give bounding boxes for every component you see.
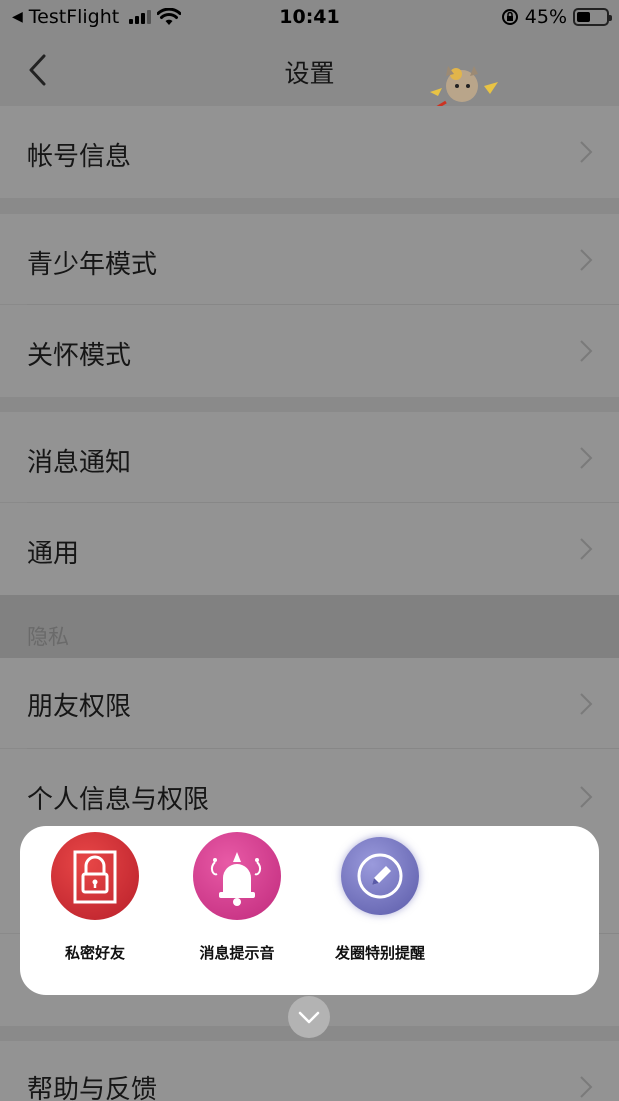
- battery-icon: [573, 8, 612, 26]
- chevron-right-icon: [580, 538, 593, 560]
- chevron-down-icon: [298, 1011, 320, 1024]
- row-label: 通用: [27, 539, 80, 569]
- row-label: 朋友权限: [27, 692, 132, 722]
- moments-alert-badge: [341, 837, 419, 915]
- lock-icon: [73, 850, 117, 904]
- chevron-right-icon: [580, 141, 593, 163]
- settings-row-notifications[interactable]: 消息通知: [0, 412, 619, 502]
- navigation-bar: 设置: [0, 36, 619, 125]
- pencil-icon: [357, 853, 403, 899]
- status-right: 45%: [501, 6, 612, 28]
- bell-icon: [210, 852, 262, 906]
- settings-row-youth-mode[interactable]: 青少年模式: [0, 214, 619, 304]
- row-label: 帐号信息: [27, 142, 132, 172]
- chevron-right-icon: [580, 447, 593, 469]
- chevron-right-icon: [580, 693, 593, 715]
- settings-row-help-feedback[interactable]: 帮助与反馈: [0, 1041, 619, 1101]
- popup-item-label: 发圈特别提醒: [334, 944, 425, 962]
- chevron-right-icon: [580, 249, 593, 271]
- chevron-right-icon: [580, 1076, 593, 1098]
- row-label: 关怀模式: [27, 341, 132, 371]
- settings-row-account[interactable]: 帐号信息: [0, 106, 619, 198]
- private-friends-badge: [51, 832, 139, 920]
- popup-item-message-tone[interactable]: 消息提示音: [167, 832, 307, 963]
- popup-item-moments-alert[interactable]: 发圈特别提醒: [310, 832, 450, 963]
- chevron-right-icon: [580, 786, 593, 808]
- row-label: 帮助与反馈: [27, 1075, 158, 1101]
- settings-row-friend-permissions[interactable]: 朋友权限: [0, 658, 619, 748]
- page-title: 设置: [284, 59, 335, 88]
- row-label: 消息通知: [27, 448, 132, 478]
- popup-item-label: 消息提示音: [199, 944, 275, 962]
- settings-row-care-mode[interactable]: 关怀模式: [0, 305, 619, 397]
- chevron-right-icon: [580, 340, 593, 362]
- settings-row-general[interactable]: 通用: [0, 503, 619, 595]
- row-label: 青少年模式: [27, 250, 158, 280]
- section-label: 隐私: [27, 625, 69, 649]
- collapse-popup-button[interactable]: [288, 996, 330, 1038]
- rotation-lock-icon: [501, 9, 518, 25]
- row-label: 个人信息与权限: [27, 785, 210, 815]
- message-tone-badge: [193, 832, 281, 920]
- section-header-privacy: 隐私: [0, 595, 619, 658]
- quick-actions-popup: 私密好友 消息提示音 发圈特别提醒: [20, 826, 599, 995]
- status-bar: ◀ TestFlight 10:41 45%: [0, 0, 619, 36]
- battery-percent: 45%: [524, 6, 567, 28]
- popup-item-private-friends[interactable]: 私密好友: [25, 832, 165, 963]
- popup-item-label: 私密好友: [64, 944, 125, 962]
